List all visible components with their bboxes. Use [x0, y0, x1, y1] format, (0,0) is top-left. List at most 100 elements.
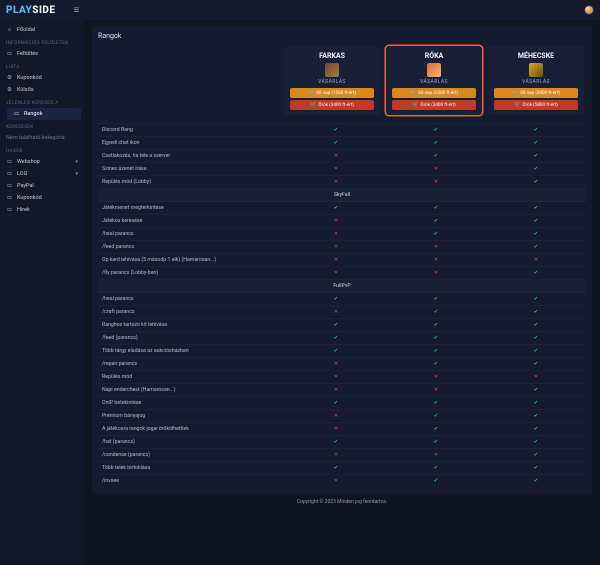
sidebar-home[interactable]: ⌂ Főoldal	[0, 24, 84, 36]
table-row: Több tárgy eladása az aukciósházban✔✔✔	[98, 345, 586, 358]
table-row: Repülés mód✕✕✕	[98, 371, 586, 384]
sidebar: ⌂ Főoldal INFORMÁCIÓS FELÜLETEK ▭ Feltöl…	[0, 20, 84, 565]
feature-check: ✔	[486, 449, 586, 462]
feature-check: ✕	[386, 254, 486, 267]
avatar[interactable]	[584, 5, 594, 15]
feature-check: ✔	[286, 319, 386, 332]
chevron-down-icon: ▾	[75, 171, 78, 177]
sidebar-log[interactable]: ▭ LOG ▾	[0, 168, 84, 180]
feature-check: ✕	[286, 423, 386, 436]
feature-check: ✔	[486, 462, 586, 475]
table-row: /feed (parancs)✔✔✔	[98, 332, 586, 345]
feature-check: ✔	[386, 202, 486, 215]
rank-name: MÉHECSKE	[492, 52, 580, 60]
feature-check: ✔	[486, 150, 586, 163]
feature-check: ✔	[486, 293, 586, 306]
feature-check: ✔	[486, 423, 586, 436]
sidebar-rangok[interactable]: ▭ Rangok	[7, 108, 81, 120]
feature-check: ✔	[486, 384, 586, 397]
feature-label: Op kard lehívása (5 másodp 1 alk) (Hamar…	[98, 254, 286, 267]
feature-check: ✔	[386, 358, 486, 371]
feature-check: ✔	[286, 436, 386, 449]
feature-check: ✔	[486, 202, 586, 215]
feature-label: /heal parancs	[98, 228, 286, 241]
sidebar-kulsos[interactable]: ⚙ Külsős	[0, 84, 84, 96]
logo[interactable]: PLAYSIDE	[6, 5, 56, 16]
news-icon: ▭	[6, 207, 13, 213]
buy-60-button[interactable]: 🛒60 nap (3000 ft-ért)	[494, 88, 578, 98]
feature-check: ✔	[486, 228, 586, 241]
buy-forever-button[interactable]: 🛒Örök (3400 ft-ért)	[392, 100, 476, 110]
feature-check: ✕	[386, 371, 486, 384]
hamburger-icon[interactable]: ≡	[74, 5, 80, 16]
cart-icon: 🛒	[512, 90, 518, 96]
buy-60-button[interactable]: 🛒60 nap (1500 ft-ért)	[290, 88, 374, 98]
feature-label: /condense (parancs)	[98, 449, 286, 462]
rank-sub: VÁSÁRLÁS	[288, 79, 376, 85]
feature-label: Színes üzenet írása	[98, 163, 286, 176]
rank-cards: FARKAS VÁSÁRLÁS 🛒60 nap (1500 ft-ért) 🛒Ö…	[98, 46, 586, 121]
sidebar-label: Főoldal	[17, 27, 35, 33]
feature-check: ✕	[286, 410, 386, 423]
feature-check: ✔	[286, 293, 386, 306]
table-row: /feed parancs✕✕✔	[98, 241, 586, 254]
feature-check: ✕	[286, 371, 386, 384]
feature-check: ✔	[386, 228, 486, 241]
buy-forever-button[interactable]: 🛒Örök (3400 ft-ért)	[290, 100, 374, 110]
feature-check: ✕	[286, 475, 386, 488]
sidebar-section: INFORMÁCIÓS FELÜLETEK	[0, 36, 84, 48]
feature-check: ✔	[386, 332, 486, 345]
tag-icon: ▭	[6, 195, 13, 201]
buy-60-button[interactable]: 🛒60 nap (2000 ft-ért)	[392, 88, 476, 98]
sidebar-label: Webshop	[17, 159, 40, 165]
cart-icon: 🛒	[514, 102, 520, 108]
sidebar-feltoltes[interactable]: ▭ Feltöltés	[0, 48, 84, 60]
sidebar-hirek[interactable]: ▭ Hírek	[0, 204, 84, 216]
buy-forever-button[interactable]: 🛒Örök (5800 ft-ért)	[494, 100, 578, 110]
sidebar-section: JELENLEG KERESED A	[0, 96, 84, 108]
feature-check: ✔	[486, 397, 586, 410]
feature-check: ✔	[386, 306, 486, 319]
sidebar-webshop[interactable]: ▭ Webshop ▾	[0, 156, 84, 168]
feature-label: /invsee	[98, 475, 286, 488]
table-row: /condense (parancs)✕✕✔	[98, 449, 586, 462]
cart-icon: 🛒	[412, 102, 418, 108]
chevron-down-icon: ▾	[75, 159, 78, 165]
feature-label: Egyedi chat ikon	[98, 137, 286, 150]
feature-check: ✕	[286, 267, 386, 280]
sidebar-section: KERESÉSEK	[0, 120, 84, 132]
sidebar-section: LISTA	[0, 60, 84, 72]
feature-check: ✕	[286, 215, 386, 228]
feature-check: ✕	[286, 241, 386, 254]
cart-icon: ▭	[13, 111, 20, 117]
sidebar-kuponkod[interactable]: ▭ Kuponkód	[0, 192, 84, 204]
doc-icon: ▭	[6, 171, 13, 177]
table-row: Csatlakozás, ha tele a szerver✕✔✔	[98, 150, 586, 163]
sidebar-label: Nem található kategória	[6, 135, 65, 141]
sidebar-kupon[interactable]: ⚙ Kuponkód	[0, 72, 84, 84]
sidebar-label: LOG	[17, 171, 27, 177]
feature-check: ✕	[286, 228, 386, 241]
sidebar-label: Kuponkód	[17, 195, 42, 201]
sidebar-nokat: Nem található kategória	[0, 132, 84, 144]
feature-label: Napi enderchest (Hamarosan...)	[98, 384, 286, 397]
cart-icon: 🛒	[310, 102, 316, 108]
feature-label: Játékmenet megterkintése	[98, 202, 286, 215]
box-icon: ▭	[6, 51, 13, 57]
feature-check: ✕	[286, 384, 386, 397]
feature-check: ✔	[286, 137, 386, 150]
feature-label: Prémium bányajog	[98, 410, 286, 423]
rank-name: RÓKA	[390, 52, 478, 60]
feature-check: ✕	[386, 449, 486, 462]
section-row: SkyFall	[98, 189, 586, 202]
table-row: Egyedi chat ikon✔✔✔	[98, 137, 586, 150]
feature-label: /hat (parancs)	[98, 436, 286, 449]
table-row: Repülés mód (Lobby)✕✕✔	[98, 176, 586, 189]
feature-check: ✔	[286, 332, 386, 345]
link-icon: ⚙	[6, 87, 13, 93]
sidebar-paypal[interactable]: ▭ PayPal	[0, 180, 84, 192]
sidebar-label: Külsős	[17, 87, 34, 93]
sidebar-label: Feltöltés	[17, 51, 38, 57]
feature-check: ✔	[386, 215, 486, 228]
feature-check: ✔	[486, 176, 586, 189]
